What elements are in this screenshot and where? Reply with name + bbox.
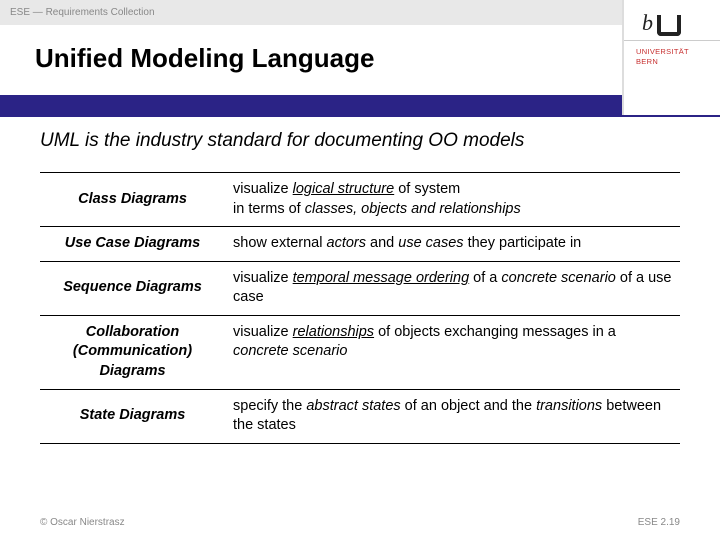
slide-title: Unified Modeling Language [35, 43, 720, 74]
table-row: State Diagramsspecify the abstract state… [40, 389, 680, 443]
university-logo: b UNIVERSITÄT BERN [622, 0, 720, 115]
row-label: Class Diagrams [40, 173, 225, 227]
row-description: visualize relationships of objects excha… [225, 315, 680, 389]
diagrams-table: Class Diagramsvisualize logical structur… [40, 172, 680, 444]
title-area: Unified Modeling Language [0, 25, 720, 95]
table-row: Collaboration (Communication) Diagramsvi… [40, 315, 680, 389]
table-row: Use Case Diagramsshow external actors an… [40, 227, 680, 262]
row-label: Sequence Diagrams [40, 261, 225, 315]
intro-text: UML is the industry standard for documen… [40, 130, 680, 152]
row-label: Use Case Diagrams [40, 227, 225, 262]
logo-mark: b [624, 0, 720, 40]
row-label: State Diagrams [40, 389, 225, 443]
breadcrumb-bar: ESE — Requirements Collection [0, 0, 720, 25]
row-description: visualize temporal message ordering of a… [225, 261, 680, 315]
logo-letter-b: b [642, 10, 653, 36]
row-description: show external actors and use cases they … [225, 227, 680, 262]
breadcrumb: ESE — Requirements Collection [10, 7, 155, 18]
footer: © Oscar Nierstrasz ESE 2.19 [40, 517, 680, 528]
logo-u-shape [657, 15, 681, 36]
table-row: Class Diagramsvisualize logical structur… [40, 173, 680, 227]
logo-name: UNIVERSITÄT [636, 47, 720, 57]
row-description: specify the abstract states of an object… [225, 389, 680, 443]
divider-bar [0, 95, 720, 117]
table-row: Sequence Diagramsvisualize temporal mess… [40, 261, 680, 315]
logo-loc: BERN [636, 57, 720, 67]
copyright: © Oscar Nierstrasz [40, 517, 125, 528]
row-label: Collaboration (Communication) Diagrams [40, 315, 225, 389]
page-number: ESE 2.19 [638, 517, 680, 528]
row-description: visualize logical structure of systemin … [225, 173, 680, 227]
logo-text: UNIVERSITÄT BERN [624, 40, 720, 67]
content-area: UML is the industry standard for documen… [40, 130, 680, 444]
